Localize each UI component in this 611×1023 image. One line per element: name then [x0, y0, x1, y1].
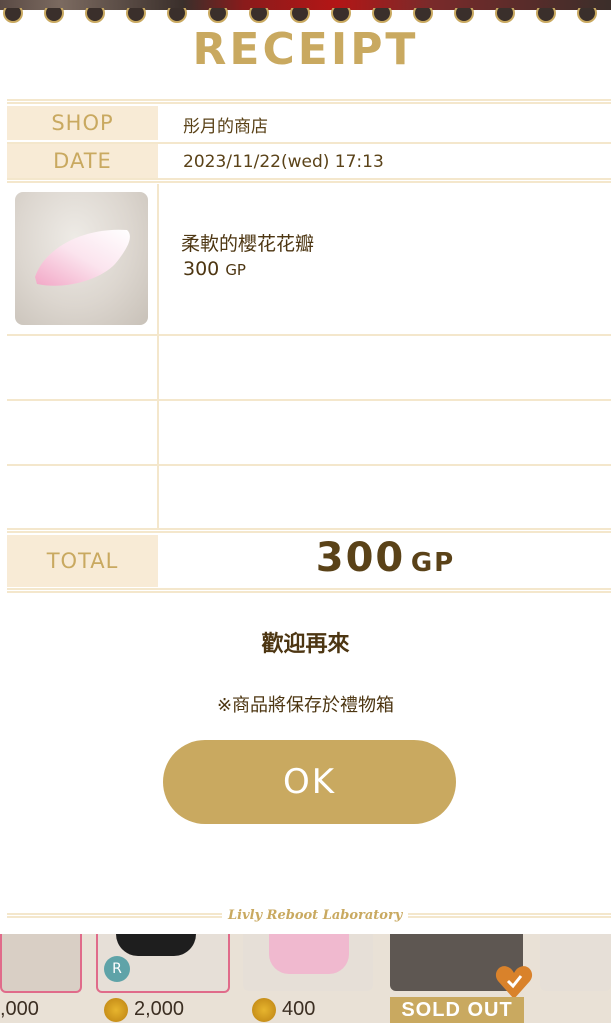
shop-value: 彤月的商店 [183, 117, 268, 137]
total-label: TOTAL [7, 535, 158, 587]
item-price: 300 GP [183, 258, 246, 280]
rank-badge: R [104, 956, 130, 982]
shop-label: SHOP [7, 106, 158, 140]
hat-icon [116, 934, 196, 956]
coin-icon [252, 998, 276, 1022]
item-thumbnail [15, 192, 148, 325]
item-price-currency: GP [225, 261, 246, 279]
ok-button[interactable]: OK [163, 740, 456, 824]
welcome-message: 歡迎再來 [261, 632, 350, 657]
sold-out-label: SOLD OUT [390, 997, 524, 1023]
item-name: 柔軟的櫻花花瓣 [181, 233, 315, 255]
shop-item-price: 2,000 [134, 998, 185, 1020]
shop-item-card [243, 934, 373, 991]
shop-item-card [0, 934, 82, 993]
total-value: 300 GP [160, 535, 611, 581]
date-value: 2023/11/22(wed) 17:13 [183, 152, 384, 172]
footer-logo: Livly Reboot Laboratory [222, 908, 409, 923]
item-price-value: 300 [183, 258, 220, 280]
petal-icon [35, 229, 130, 286]
divider [7, 464, 611, 466]
divider [7, 528, 611, 533]
divider [7, 178, 611, 183]
divider [7, 99, 611, 104]
coin-icon [104, 998, 128, 1022]
divider [7, 588, 611, 593]
shop-item-card [540, 934, 611, 991]
total-currency: GP [410, 548, 456, 578]
divider [7, 334, 611, 336]
shop-item-price: ,000 [0, 998, 39, 1020]
total-amount: 300 [315, 535, 406, 581]
divider [7, 399, 611, 401]
gift-box-note: ※商品將保存於禮物箱 [216, 695, 395, 716]
kimono-icon [269, 934, 349, 974]
shop-item-card: R [96, 934, 230, 993]
column-divider [157, 184, 159, 529]
date-label: DATE [7, 144, 158, 178]
receipt-title: RECEIPT [192, 24, 419, 75]
heart-icon[interactable] [494, 963, 534, 1001]
shop-item-price: 400 [282, 998, 316, 1020]
